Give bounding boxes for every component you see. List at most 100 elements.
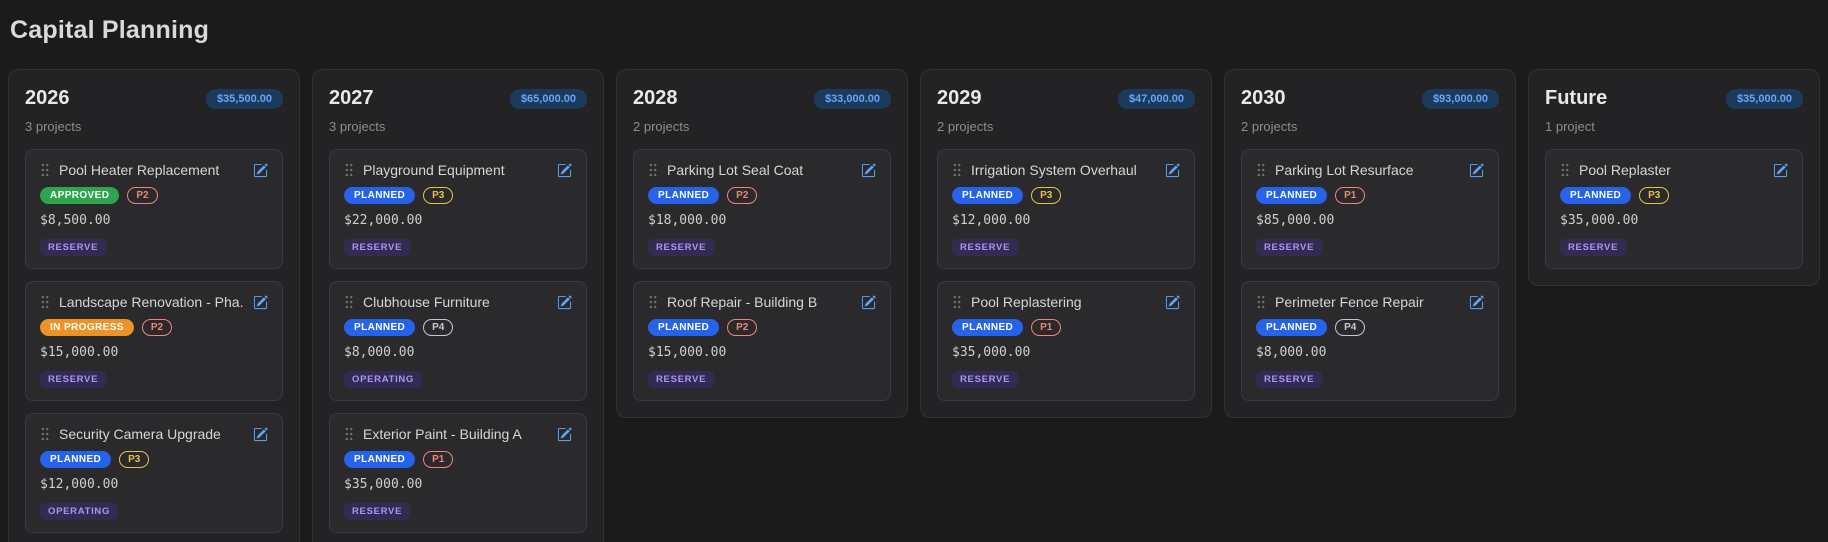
project-card[interactable]: Playground Equipment PLANNED P3 $22,000.… xyxy=(329,149,587,269)
project-card[interactable]: Perimeter Fence Repair PLANNED P4 $8,000… xyxy=(1241,281,1499,401)
drag-handle-icon[interactable] xyxy=(1256,162,1266,178)
pencil-square-icon xyxy=(1469,295,1484,310)
drag-handle-icon[interactable] xyxy=(952,162,962,178)
drag-handle-icon[interactable] xyxy=(952,294,962,310)
card-list: Pool Heater Replacement APPROVED P2 $8,5… xyxy=(25,149,283,533)
year-column: 2028 $33,000.00 2 projects Parking Lot S… xyxy=(616,69,908,418)
status-badge: PLANNED xyxy=(1560,187,1631,204)
column-total-badge: $35,500.00 xyxy=(206,89,283,109)
pencil-square-icon xyxy=(861,295,876,310)
funding-badge: RESERVE xyxy=(952,371,1018,388)
status-badge: PLANNED xyxy=(952,319,1023,336)
pencil-square-icon xyxy=(1165,163,1180,178)
pencil-square-icon xyxy=(1469,163,1484,178)
edit-project-button[interactable] xyxy=(253,295,268,310)
project-card[interactable]: Pool Replastering PLANNED P1 $35,000.00 … xyxy=(937,281,1195,401)
funding-badge: RESERVE xyxy=(1256,371,1322,388)
edit-project-button[interactable] xyxy=(557,163,572,178)
project-amount: $35,000.00 xyxy=(952,345,1180,360)
project-card[interactable]: Landscape Renovation - Pha... IN PROGRES… xyxy=(25,281,283,401)
project-card[interactable]: Exterior Paint - Building A PLANNED P1 $… xyxy=(329,413,587,533)
drag-handle-icon[interactable] xyxy=(648,294,658,310)
pencil-square-icon xyxy=(253,295,268,310)
year-column: 2026 $35,500.00 3 projects Pool Heater R… xyxy=(8,69,300,542)
edit-project-button[interactable] xyxy=(861,295,876,310)
drag-handle-icon[interactable] xyxy=(344,426,354,442)
status-badge: PLANNED xyxy=(344,451,415,468)
priority-badge: P3 xyxy=(423,187,453,204)
edit-project-button[interactable] xyxy=(253,427,268,442)
edit-project-button[interactable] xyxy=(1165,163,1180,178)
priority-badge: P1 xyxy=(1335,187,1365,204)
project-card[interactable]: Parking Lot Resurface PLANNED P1 $85,000… xyxy=(1241,149,1499,269)
funding-badge: OPERATING xyxy=(344,371,422,388)
column-project-count: 3 projects xyxy=(25,119,283,134)
column-project-count: 1 project xyxy=(1545,119,1803,134)
edit-project-button[interactable] xyxy=(557,427,572,442)
drag-handle-icon[interactable] xyxy=(40,426,50,442)
funding-badge: OPERATING xyxy=(40,503,118,520)
drag-handle-icon[interactable] xyxy=(1560,162,1570,178)
funding-badge: RESERVE xyxy=(648,239,714,256)
edit-project-button[interactable] xyxy=(1165,295,1180,310)
card-list: Parking Lot Seal Coat PLANNED P2 $18,000… xyxy=(633,149,891,401)
edit-project-button[interactable] xyxy=(1773,163,1788,178)
drag-handle-icon[interactable] xyxy=(648,162,658,178)
drag-handle-icon[interactable] xyxy=(40,162,50,178)
funding-badge: RESERVE xyxy=(40,371,106,388)
status-badge: PLANNED xyxy=(40,451,111,468)
project-name: Security Camera Upgrade xyxy=(59,426,244,442)
column-year-label: 2026 xyxy=(25,87,70,110)
project-amount: $22,000.00 xyxy=(344,213,572,228)
funding-badge: RESERVE xyxy=(344,503,410,520)
edit-project-button[interactable] xyxy=(253,163,268,178)
priority-badge: P3 xyxy=(1639,187,1669,204)
project-card[interactable]: Pool Replaster PLANNED P3 $35,000.00 RES… xyxy=(1545,149,1803,269)
edit-project-button[interactable] xyxy=(557,295,572,310)
year-column: 2027 $65,000.00 3 projects Playground Eq… xyxy=(312,69,604,542)
priority-badge: P2 xyxy=(727,187,757,204)
edit-project-button[interactable] xyxy=(1469,163,1484,178)
project-card[interactable]: Pool Heater Replacement APPROVED P2 $8,5… xyxy=(25,149,283,269)
funding-badge: RESERVE xyxy=(344,239,410,256)
priority-badge: P1 xyxy=(1031,319,1061,336)
column-total-badge: $33,000.00 xyxy=(814,89,891,109)
project-card[interactable]: Clubhouse Furniture PLANNED P4 $8,000.00… xyxy=(329,281,587,401)
status-badge: IN PROGRESS xyxy=(40,319,134,336)
pencil-square-icon xyxy=(1773,163,1788,178)
project-card[interactable]: Irrigation System Overhaul PLANNED P3 $1… xyxy=(937,149,1195,269)
card-list: Irrigation System Overhaul PLANNED P3 $1… xyxy=(937,149,1195,401)
status-badge: PLANNED xyxy=(648,187,719,204)
column-total-badge: $35,000.00 xyxy=(1726,89,1803,109)
drag-handle-icon[interactable] xyxy=(344,294,354,310)
column-year-label: Future xyxy=(1545,87,1607,110)
column-total-badge: $65,000.00 xyxy=(510,89,587,109)
funding-badge: RESERVE xyxy=(1256,239,1322,256)
column-total-badge: $93,000.00 xyxy=(1422,89,1499,109)
drag-handle-icon[interactable] xyxy=(40,294,50,310)
card-list: Playground Equipment PLANNED P3 $22,000.… xyxy=(329,149,587,533)
year-column: Future $35,000.00 1 project Pool Replast… xyxy=(1528,69,1820,286)
status-badge: PLANNED xyxy=(344,319,415,336)
pencil-square-icon xyxy=(557,427,572,442)
project-card[interactable]: Roof Repair - Building B PLANNED P2 $15,… xyxy=(633,281,891,401)
column-header: 2027 $65,000.00 3 projects xyxy=(329,87,587,134)
column-header: 2029 $47,000.00 2 projects xyxy=(937,87,1195,134)
drag-handle-icon[interactable] xyxy=(1256,294,1266,310)
project-amount: $85,000.00 xyxy=(1256,213,1484,228)
project-name: Roof Repair - Building B xyxy=(667,294,852,310)
edit-project-button[interactable] xyxy=(1469,295,1484,310)
column-project-count: 3 projects xyxy=(329,119,587,134)
column-year-label: 2027 xyxy=(329,87,374,110)
pencil-square-icon xyxy=(861,163,876,178)
project-card[interactable]: Parking Lot Seal Coat PLANNED P2 $18,000… xyxy=(633,149,891,269)
edit-project-button[interactable] xyxy=(861,163,876,178)
project-amount: $15,000.00 xyxy=(40,345,268,360)
project-name: Parking Lot Resurface xyxy=(1275,162,1460,178)
page-title: Capital Planning xyxy=(10,16,1820,45)
project-card[interactable]: Security Camera Upgrade PLANNED P3 $12,0… xyxy=(25,413,283,533)
drag-handle-icon[interactable] xyxy=(344,162,354,178)
project-amount: $8,000.00 xyxy=(1256,345,1484,360)
status-badge: PLANNED xyxy=(648,319,719,336)
capital-planning-page: Capital Planning 2026 $35,500.00 3 proje… xyxy=(0,0,1828,542)
